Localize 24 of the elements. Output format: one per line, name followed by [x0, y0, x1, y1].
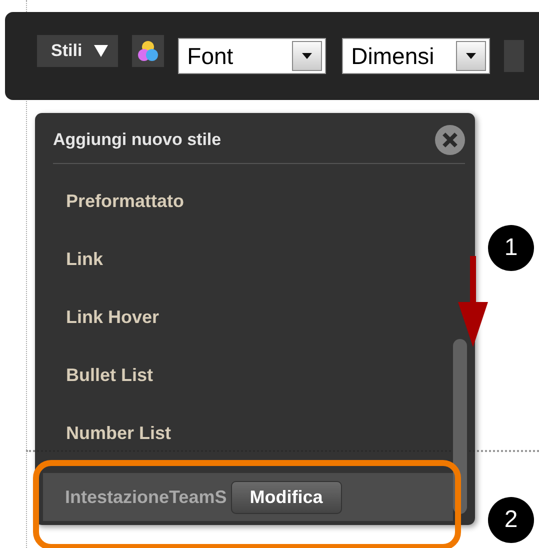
style-item[interactable]: Link Hover [43, 288, 453, 346]
style-item-label: IntestazioneTeamS [65, 486, 227, 508]
style-item-label: Number List [66, 422, 172, 444]
style-item[interactable]: Link [43, 230, 453, 288]
font-select[interactable]: Font [178, 38, 326, 74]
styles-button[interactable]: Stili [37, 35, 118, 67]
caret-icon [94, 45, 108, 57]
callout-badge: 1 [488, 225, 534, 271]
callout-badge: 2 [488, 497, 534, 543]
popup-title: Aggiungi nuovo stile [53, 130, 222, 150]
size-select[interactable]: Dimensi [342, 38, 490, 74]
font-select-value: Font [186, 42, 234, 70]
style-item[interactable]: Preformattato [43, 172, 453, 230]
style-item[interactable]: IntestazioneTeamS Modifica [43, 472, 453, 521]
style-item-label: Link [66, 248, 104, 270]
style-item-label: Bullet List [66, 364, 154, 386]
style-item-label: Link Hover [66, 306, 160, 328]
style-item-label: Preformattato [66, 190, 184, 212]
style-item[interactable]: Bullet List [43, 346, 453, 404]
close-icon[interactable] [435, 125, 465, 155]
size-select-value: Dimensi [350, 42, 436, 70]
edit-button[interactable]: Modifica [230, 480, 342, 514]
color-button[interactable] [132, 35, 164, 67]
style-item[interactable]: Number List [43, 404, 453, 462]
